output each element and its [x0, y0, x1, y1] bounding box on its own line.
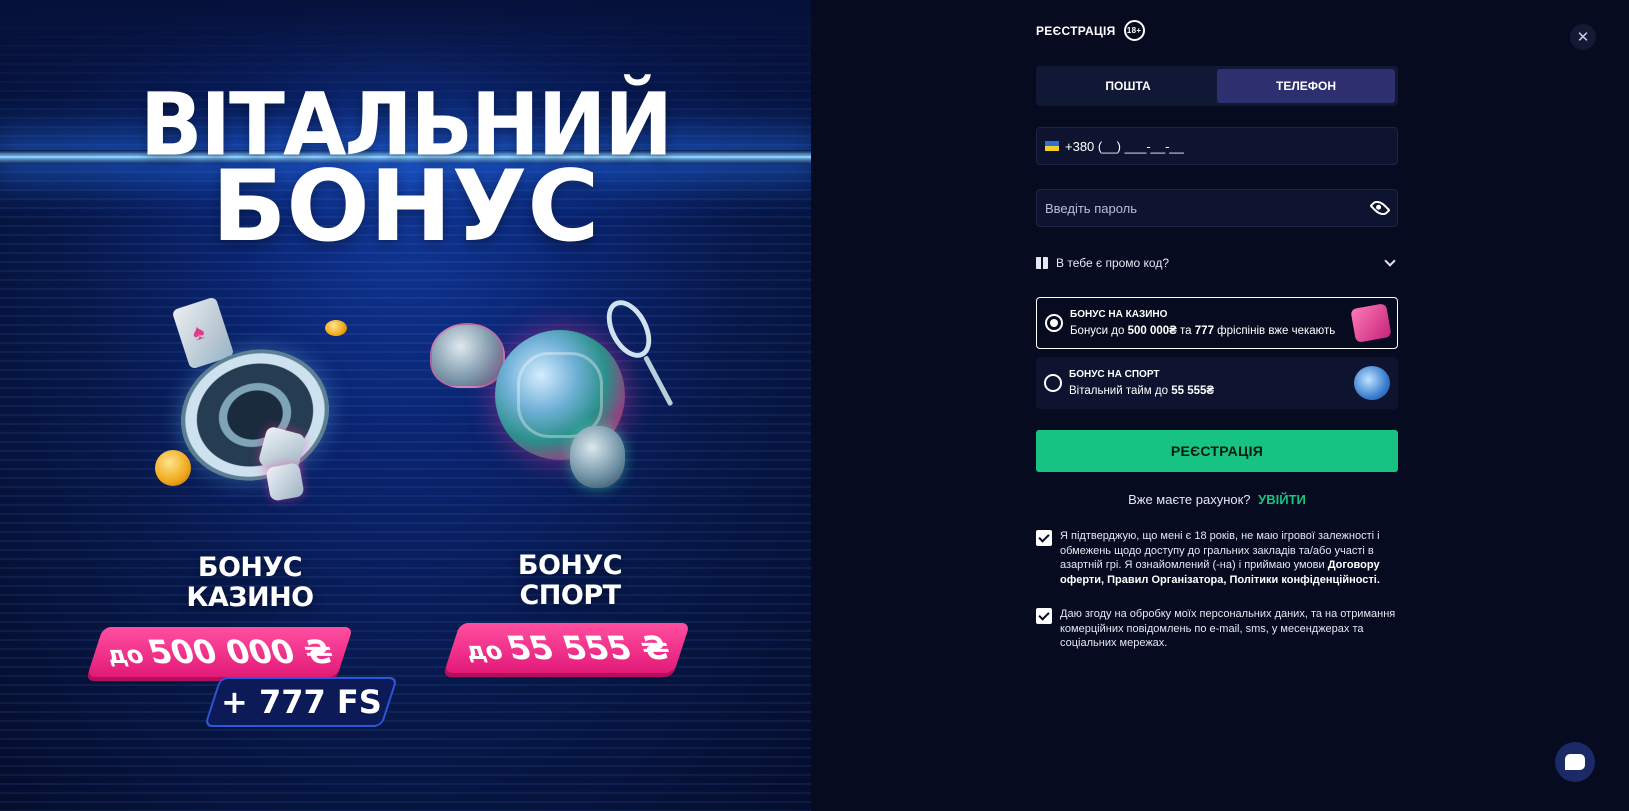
chat-icon — [1565, 754, 1585, 770]
registration-method-tabs: ПОШТА ТЕЛЕФОН — [1036, 66, 1398, 106]
tab-phone[interactable]: ТЕЛЕФОН — [1217, 69, 1395, 103]
sport-bonus-radio[interactable] — [1044, 374, 1062, 392]
promo-banner: ВІТАЛЬНИЙ БОНУС БОНУС КАЗИНО БОНУС СПОРТ… — [0, 0, 811, 811]
casino-illustration — [150, 296, 350, 510]
ua-flag-icon — [1045, 141, 1059, 151]
casino-amount-value: 500 000 ₴ — [143, 633, 339, 671]
sport-illustration — [430, 292, 690, 518]
registration-page: ВІТАЛЬНИЙ БОНУС БОНУС КАЗИНО БОНУС СПОРТ… — [0, 0, 1629, 811]
helmet-image — [430, 323, 505, 388]
phone-input-value[interactable]: +380 (__) ___-__-__ — [1065, 139, 1184, 154]
eye-icon[interactable] — [1369, 197, 1391, 219]
casino-bonus-description: Бонуси до 500 000₴ та 777 фріспінів вже … — [1070, 325, 1336, 337]
login-prompt: Вже маєте рахунок? УВІЙТИ — [1036, 492, 1398, 507]
data-consent: Даю згоду на обробку моїх персональних д… — [1036, 607, 1398, 651]
sport-bonus-title: БОНУС НА СПОРТ — [1069, 369, 1160, 380]
age-consent: Я підтверджую, що мені є 18 років, не ма… — [1036, 529, 1398, 587]
dice-image — [265, 462, 305, 502]
sport-amount-badge: до55 555 ₴ — [443, 623, 691, 673]
casino-amount-prefix: до — [102, 641, 148, 669]
tab-email[interactable]: ПОШТА — [1039, 69, 1217, 103]
promo-code-toggle[interactable]: В тебе є промо код? — [1036, 253, 1398, 273]
age-consent-text: Я підтверджую, що мені є 18 років, не ма… — [1060, 530, 1380, 586]
boxing-glove-image — [570, 426, 625, 488]
chevron-down-icon[interactable] — [1384, 255, 1396, 267]
gift-icon — [1036, 257, 1048, 269]
sport-bonus-option[interactable]: БОНУС НА СПОРТ Вітальний тайм до 55 555₴ — [1036, 357, 1398, 409]
age-consent-checkbox[interactable] — [1036, 530, 1052, 546]
promo-code-label[interactable]: В тебе є промо код? — [1056, 256, 1169, 270]
data-consent-text: Даю згоду на обробку моїх персональних д… — [1060, 608, 1396, 649]
cards-icon — [1350, 303, 1392, 343]
sport-bonus-text: БОНУС НА СПОРТ Вітальний тайм до 55 555₴ — [1069, 367, 1214, 399]
login-link[interactable]: УВІЙТИ — [1258, 492, 1306, 507]
data-consent-checkbox[interactable] — [1036, 608, 1052, 624]
have-account-text: Вже маєте рахунок? — [1128, 492, 1251, 507]
sport-bonus-label: БОНУС СПОРТ — [470, 551, 670, 611]
casino-bonus-text: БОНУС НА КАЗИНО Бонуси до 500 000₴ та 77… — [1070, 307, 1335, 339]
freespins-value: + 777 FS — [220, 683, 382, 721]
freespins-badge: + 777 FS — [203, 677, 399, 727]
age-badge: 18+ — [1123, 20, 1145, 41]
password-placeholder[interactable]: Введіть пароль — [1045, 201, 1137, 216]
chat-button[interactable] — [1555, 742, 1595, 782]
sport-bonus-label-line1: БОНУС — [517, 550, 623, 581]
sport-ball-icon — [1354, 366, 1390, 400]
casino-bonus-label-line2: КАЗИНО — [186, 582, 314, 613]
casino-amount-badge: до500 000 ₴ — [86, 627, 354, 677]
casino-bonus-radio[interactable] — [1045, 314, 1063, 332]
password-field[interactable]: Введіть пароль — [1036, 189, 1398, 227]
casino-bonus-label-line1: БОНУС — [197, 552, 303, 583]
casino-bonus-label: БОНУС КАЗИНО — [150, 553, 350, 613]
sport-bonus-label-line2: СПОРТ — [519, 580, 621, 611]
sport-bonus-description: Вітальний тайм до 55 555₴ — [1069, 385, 1215, 397]
casino-bonus-title: БОНУС НА КАЗИНО — [1070, 309, 1168, 320]
form-title: РЕЄСТРАЦІЯ — [1036, 23, 1116, 38]
coin-image — [155, 450, 191, 486]
sport-amount-value: 55 555 ₴ — [501, 629, 675, 667]
sport-amount-prefix: до — [460, 637, 506, 665]
close-button[interactable]: ✕ — [1570, 24, 1596, 50]
close-icon: ✕ — [1576, 29, 1590, 46]
form-header: РЕЄСТРАЦІЯ 18+ — [1036, 20, 1145, 41]
promo-title-line2: БОНУС — [211, 150, 600, 264]
register-button[interactable]: РЕЄСТРАЦІЯ — [1036, 430, 1398, 472]
phone-field[interactable]: +380 (__) ___-__-__ — [1036, 127, 1398, 165]
coin-image — [325, 320, 347, 336]
casino-bonus-option[interactable]: БОНУС НА КАЗИНО Бонуси до 500 000₴ та 77… — [1036, 297, 1398, 349]
